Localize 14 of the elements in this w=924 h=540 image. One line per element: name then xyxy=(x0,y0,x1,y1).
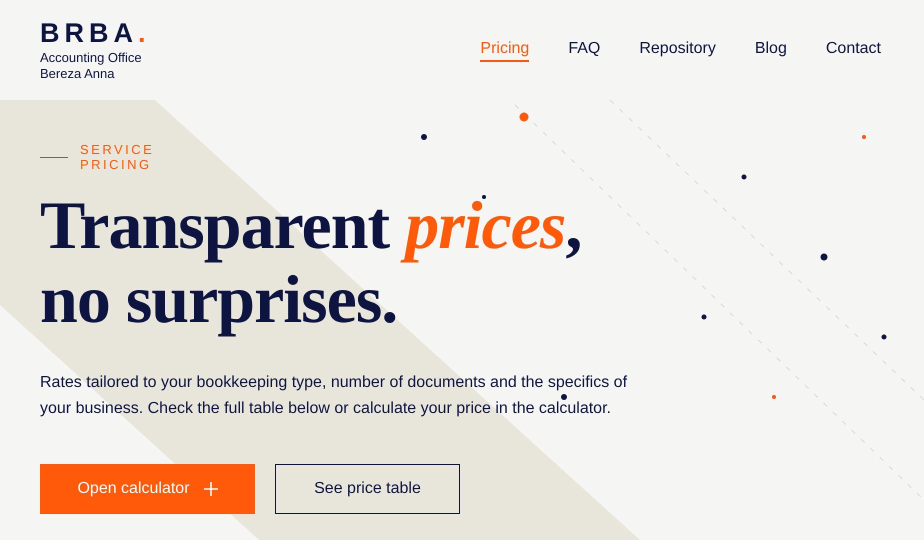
eyebrow-label: PRICING xyxy=(80,157,153,172)
price-table-button[interactable]: See price table xyxy=(275,464,460,514)
logo-subtitle: Bereza Anna xyxy=(40,66,116,82)
lead-paragraph: Rates tailored to your bookkeeping type, number of documents and the specifics of your business. Check the full table below or calculate your price in the calculator. xyxy=(40,373,628,419)
headline: no surprises. xyxy=(40,262,398,336)
nav-link[interactable]: Blog xyxy=(754,40,787,62)
eyebrow-label: SERVICE xyxy=(80,142,154,157)
plus-icon xyxy=(204,482,218,496)
nav-link[interactable]: Contact xyxy=(826,40,881,62)
logo[interactable]: BRBA. xyxy=(40,18,151,48)
nav-link[interactable]: FAQ xyxy=(568,40,600,62)
logo-subtitle: Accounting Office xyxy=(40,50,143,66)
nav-link[interactable]: Repository xyxy=(639,40,716,62)
headline: Transparent prices, xyxy=(40,188,582,262)
